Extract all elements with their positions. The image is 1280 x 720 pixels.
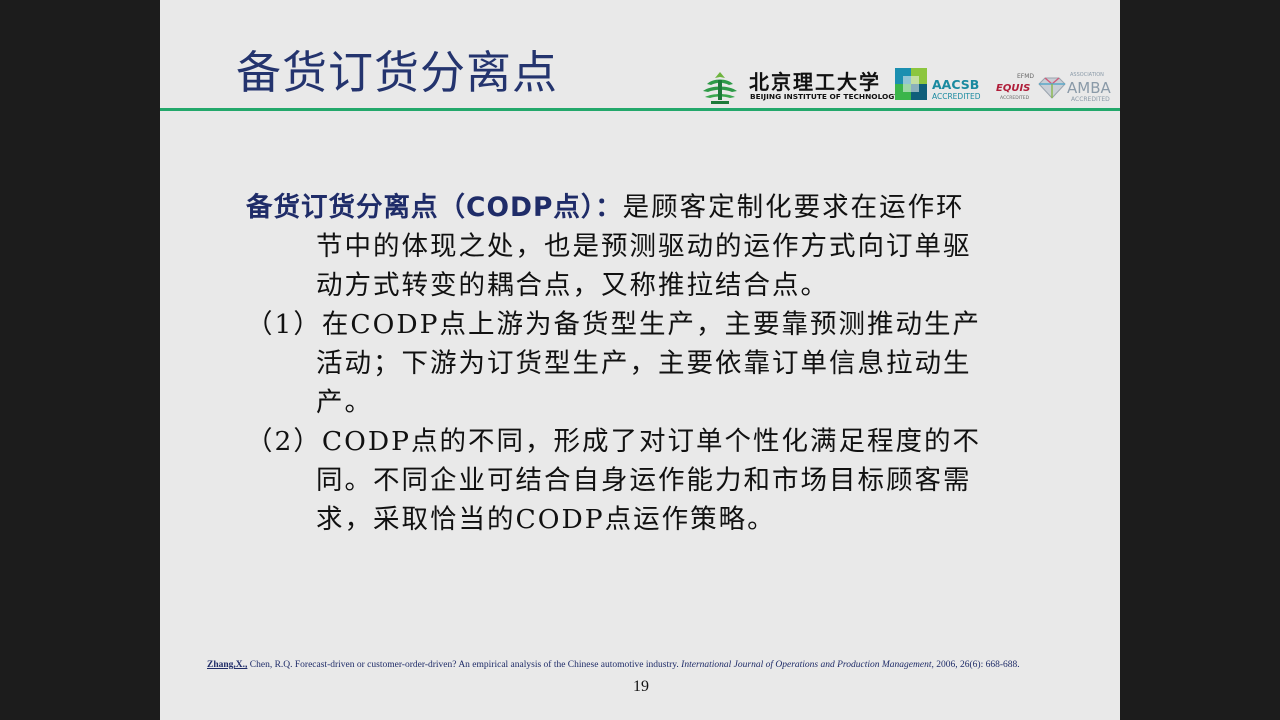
definition-term: 备货订货分离点（CODP点）： — [246, 192, 623, 223]
efmd-label: EFMD — [1017, 73, 1035, 80]
slide: 备货订货分离点 北京理工大学 BEIJING INSTITUTE OF TECH… — [160, 0, 1120, 720]
logo-bar: 北京理工大学 BEIJING INSTITUTE OF TECHNOLOGY A… — [695, 62, 1117, 108]
reference-text: Chen, R.Q. Forecast-driven or customer-o… — [247, 660, 682, 670]
reference-journal: International Journal of Operations and … — [681, 660, 932, 670]
presentation-screen: 备货订货分离点 北京理工大学 BEIJING INSTITUTE OF TECH… — [0, 0, 1280, 720]
slide-title: 备货订货分离点 — [236, 46, 559, 99]
slide-body: 备货订货分离点（CODP点）：是顾客定制化要求在运作环 节中的体现之处，也是预测… — [246, 188, 1066, 539]
point-1: （1）在CODP点上游为备货型生产，主要靠预测推动生产 活动；下游为订货型生产，… — [246, 309, 981, 418]
reference-citation: Zhang,X., Chen, R.Q. Forecast-driven or … — [207, 659, 1087, 672]
definition-paragraph: 备货订货分离点（CODP点）：是顾客定制化要求在运作环 节中的体现之处，也是预测… — [246, 188, 1066, 305]
title-divider — [160, 108, 1120, 111]
amba-logo-icon — [1038, 77, 1066, 99]
aacsb-sub: ACCREDITED — [932, 92, 981, 101]
bit-emblem-icon — [703, 72, 737, 104]
bit-name-en: BEIJING INSTITUTE OF TECHNOLOGY — [750, 92, 900, 101]
amba-sub: ACCREDITED — [1071, 96, 1110, 103]
reference-details: , 2006, 26(6): 668-688. — [931, 660, 1020, 670]
point-2: （2）CODP点的不同，形成了对订单个性化满足程度的不 同。不同企业可结合自身运… — [246, 426, 981, 535]
aacsb-name: AACSB — [932, 77, 980, 92]
reference-author-link[interactable]: Zhang,X., — [207, 660, 247, 670]
page-number: 19 — [633, 678, 649, 695]
equis-sub: ACCREDITED — [1000, 96, 1030, 101]
equis-name: EQUIS — [996, 83, 1031, 94]
amba-name: AMBA — [1067, 79, 1111, 97]
amba-top: ASSOCIATION — [1070, 72, 1104, 78]
bit-name-cn: 北京理工大学 — [749, 70, 881, 94]
aacsb-logo-icon — [895, 68, 927, 100]
